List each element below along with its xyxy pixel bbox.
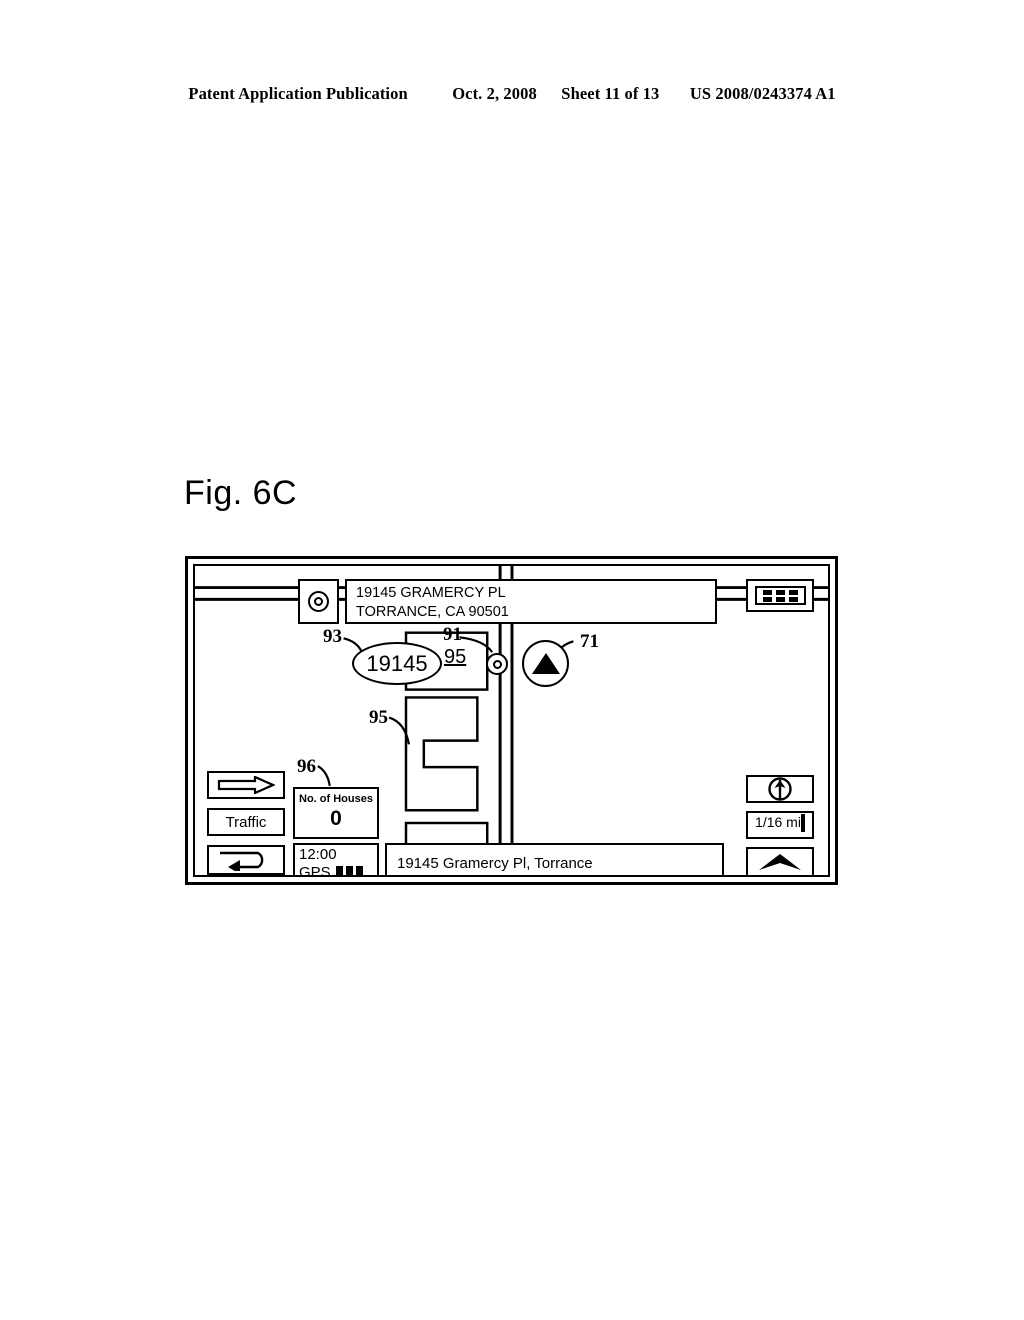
gps-label: GPS	[299, 864, 331, 877]
ref-numeral-96: 96	[297, 756, 316, 777]
grid-menu-dot	[775, 589, 785, 595]
house-count-box: No. of Houses 0	[293, 787, 379, 839]
ref-numeral-71: 71	[580, 631, 599, 652]
ref-numeral-91: 91	[443, 624, 462, 645]
grid-menu-icon	[754, 586, 806, 605]
uturn-button[interactable]	[207, 845, 285, 875]
gps-signal-bar	[355, 865, 363, 875]
compass-north-up-icon	[768, 777, 792, 801]
navigation-device-frame: 19145 GRAMERCY PL TORRANCE, CA 90501 191…	[185, 556, 838, 885]
house-number-callout[interactable]: 19145	[352, 642, 442, 685]
map-scale-label: 1/16 mi	[755, 814, 801, 830]
grid-menu-dot	[762, 589, 772, 595]
address-line-2: TORRANCE, CA 90501	[356, 604, 509, 620]
address-marker-icon-box[interactable]	[298, 579, 339, 624]
grid-menu-column	[762, 589, 772, 602]
compass-button[interactable]	[746, 775, 814, 803]
gps-signal-bar	[335, 865, 343, 875]
ref-numeral-95: 95	[369, 707, 388, 728]
up-chevron-icon	[759, 854, 801, 870]
grid-menu-dot	[788, 589, 798, 595]
address-display[interactable]: 19145 GRAMERCY PL TORRANCE, CA 90501	[345, 579, 717, 624]
gps-signal-row: GPS	[299, 864, 377, 877]
traffic-button[interactable]: Traffic	[207, 808, 285, 836]
grid-menu-dot	[775, 596, 785, 602]
device-screen: 19145 GRAMERCY PL TORRANCE, CA 90501 191…	[193, 564, 830, 877]
grid-menu-column	[775, 589, 785, 602]
vehicle-position-marker	[522, 640, 569, 687]
house-count-title: No. of Houses	[299, 793, 373, 805]
gps-signal-bar	[345, 865, 353, 875]
header-patent-number: US 2008/0243374 A1	[689, 84, 836, 103]
gps-signal-bars-icon	[335, 865, 363, 875]
grid-menu-dot	[788, 596, 798, 602]
route-arrow-button[interactable]	[207, 771, 285, 799]
parcel-reference-label: 95	[444, 646, 467, 668]
header-sheet: Sheet 11 of 13	[561, 84, 660, 103]
header-publication: Patent Application Publication	[188, 84, 408, 103]
page-header: Patent Application Publication Oct. 2, 2…	[0, 84, 1024, 104]
map-scale-button[interactable]: 1/16 mi	[746, 811, 814, 839]
gps-status-box: 12:00 GPS	[293, 843, 379, 877]
house-count-value: 0	[330, 807, 342, 830]
ref-numeral-93: 93	[323, 626, 342, 647]
grid-menu-column	[788, 589, 798, 602]
right-arrow-icon	[217, 776, 275, 794]
menu-button[interactable]	[746, 579, 814, 612]
figure-label: Fig. 6C	[184, 474, 298, 512]
target-ring-icon	[308, 591, 329, 612]
grid-menu-dot	[762, 596, 772, 602]
status-bar-text: 19145 Gramercy Pl, Torrance	[397, 854, 593, 872]
up-chevron-button[interactable]	[746, 847, 814, 875]
clock-time: 12:00	[299, 846, 337, 863]
header-date: Oct. 2, 2008	[452, 84, 537, 103]
map-scale-ruler-icon	[800, 814, 805, 832]
poi-target-ring-icon[interactable]	[486, 653, 508, 675]
status-bar[interactable]: 19145 Gramercy Pl, Torrance	[385, 843, 724, 875]
address-line-1: 19145 GRAMERCY PL	[356, 585, 506, 601]
u-turn-arrow-icon	[220, 851, 264, 871]
